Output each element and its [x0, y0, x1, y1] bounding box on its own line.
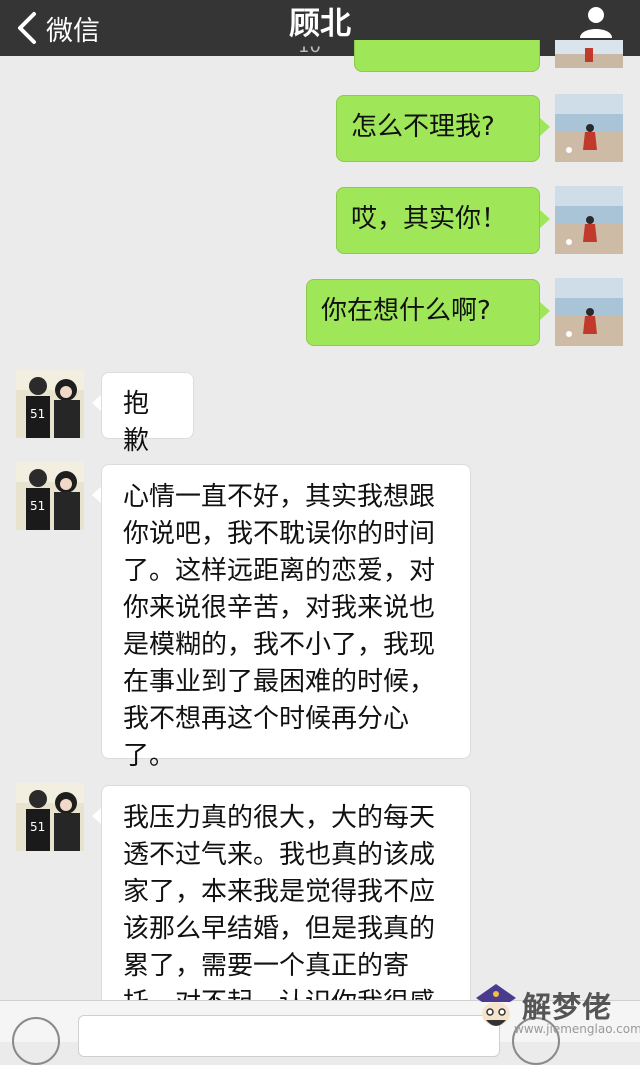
bubble-tail — [540, 302, 550, 320]
message-text: 心情一直不好，其实我想跟你说吧，我不耽误你的时间了。这样远距离的恋爱，对你来说很… — [123, 482, 436, 771]
message-text: 你在想什么啊? — [321, 296, 491, 326]
sent-bubble[interactable]: 你在想什么啊? — [306, 279, 540, 346]
received-bubble[interactable]: 抱歉 — [101, 372, 194, 456]
message-text: 抱歉 — [123, 389, 150, 456]
watermark-logo-icon — [476, 984, 516, 1026]
watermark: 解梦佬 www.jiemenglao.com — [470, 978, 640, 1041]
my-avatar[interactable] — [555, 94, 623, 162]
message-input[interactable] — [78, 1015, 500, 1057]
my-avatar[interactable] — [555, 278, 623, 346]
contact-avatar[interactable]: 51 — [16, 462, 84, 530]
bubble-tail — [540, 118, 550, 136]
message-text: 哎，其实你！ — [351, 204, 508, 234]
watermark-brand: 解梦佬 — [522, 990, 613, 1024]
svg-text:51: 51 — [30, 499, 45, 513]
bubble-tail — [540, 210, 550, 228]
watermark-url: www.jiemenglao.com — [514, 1022, 640, 1036]
my-avatar[interactable] — [555, 40, 623, 68]
contact-avatar[interactable]: 51 — [16, 370, 84, 438]
chat-title: 顾北 — [289, 6, 351, 42]
voice-icon[interactable] — [12, 1017, 60, 1065]
message-text: 怎么不理我? — [351, 112, 495, 142]
svg-text:51: 51 — [30, 407, 45, 421]
message-text: 我压力真的很大，大的每天透不过气来。我也真的该成家了，本来我是觉得我不应该那么早… — [123, 803, 436, 1014]
sent-bubble[interactable]: 哎，其实你！ — [336, 187, 540, 254]
svg-text:51: 51 — [30, 820, 45, 834]
profile-icon[interactable] — [578, 4, 614, 40]
received-bubble[interactable]: 心情一直不好，其实我想跟你说吧，我不耽误你的时间了。这样远距离的恋爱，对你来说很… — [101, 464, 471, 771]
sent-bubble[interactable] — [354, 40, 540, 72]
my-avatar[interactable] — [555, 186, 623, 254]
received-bubble[interactable]: 我压力真的很大，大的每天透不过气来。我也真的该成家了，本来我是觉得我不应该那么早… — [101, 785, 471, 1015]
sent-bubble[interactable]: 怎么不理我? — [336, 95, 540, 162]
contact-avatar[interactable]: 51 — [16, 783, 84, 851]
